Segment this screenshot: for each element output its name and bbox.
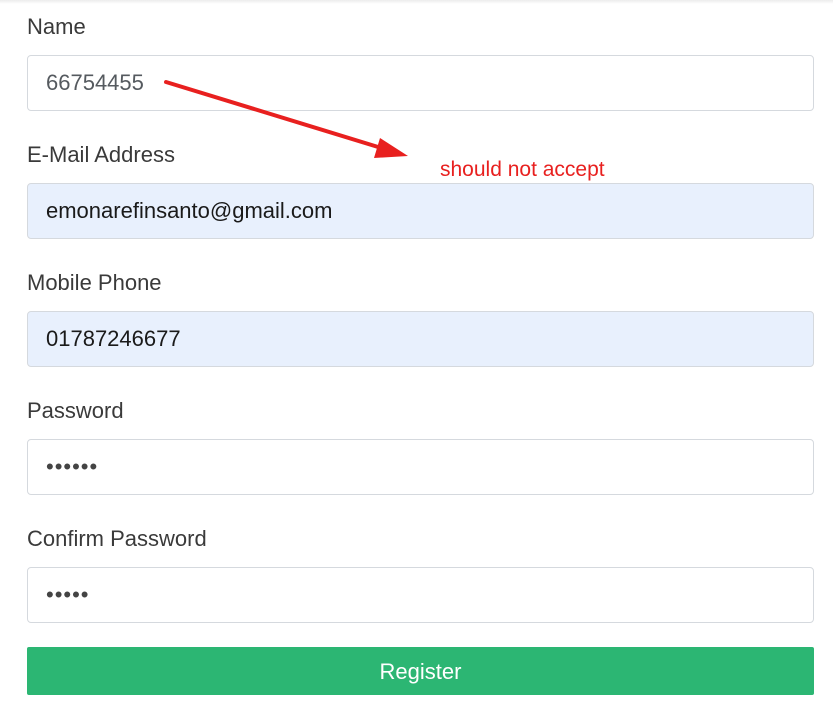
name-input-value: 66754455 bbox=[46, 70, 144, 95]
confirm-password-input-value: ••••• bbox=[46, 582, 90, 607]
email-input-value: emonarefinsanto@gmail.com bbox=[46, 198, 333, 223]
password-field-group: Password bbox=[27, 396, 814, 426]
top-divider bbox=[0, 0, 833, 4]
register-button[interactable]: Register bbox=[27, 647, 814, 695]
password-input-value: •••••• bbox=[46, 454, 99, 479]
phone-field-group: Mobile Phone bbox=[27, 268, 814, 298]
email-label: E-Mail Address bbox=[27, 142, 175, 167]
email-field-group: E-Mail Address bbox=[27, 140, 814, 170]
confirm-password-label: Confirm Password bbox=[27, 526, 207, 551]
confirm-password-field-group: Confirm Password bbox=[27, 524, 814, 554]
name-field-group: Name bbox=[27, 12, 814, 42]
registration-form: Name 66754455 E-Mail Address emonarefins… bbox=[0, 0, 833, 728]
confirm-password-input[interactable]: ••••• bbox=[27, 567, 814, 623]
password-label: Password bbox=[27, 398, 124, 423]
phone-input-value: 01787246677 bbox=[46, 326, 181, 351]
name-input[interactable]: 66754455 bbox=[27, 55, 814, 111]
phone-input[interactable]: 01787246677 bbox=[27, 311, 814, 367]
password-input[interactable]: •••••• bbox=[27, 439, 814, 495]
email-input[interactable]: emonarefinsanto@gmail.com bbox=[27, 183, 814, 239]
name-label: Name bbox=[27, 14, 86, 39]
annotation-text: should not accept bbox=[440, 158, 605, 181]
phone-label: Mobile Phone bbox=[27, 270, 162, 295]
